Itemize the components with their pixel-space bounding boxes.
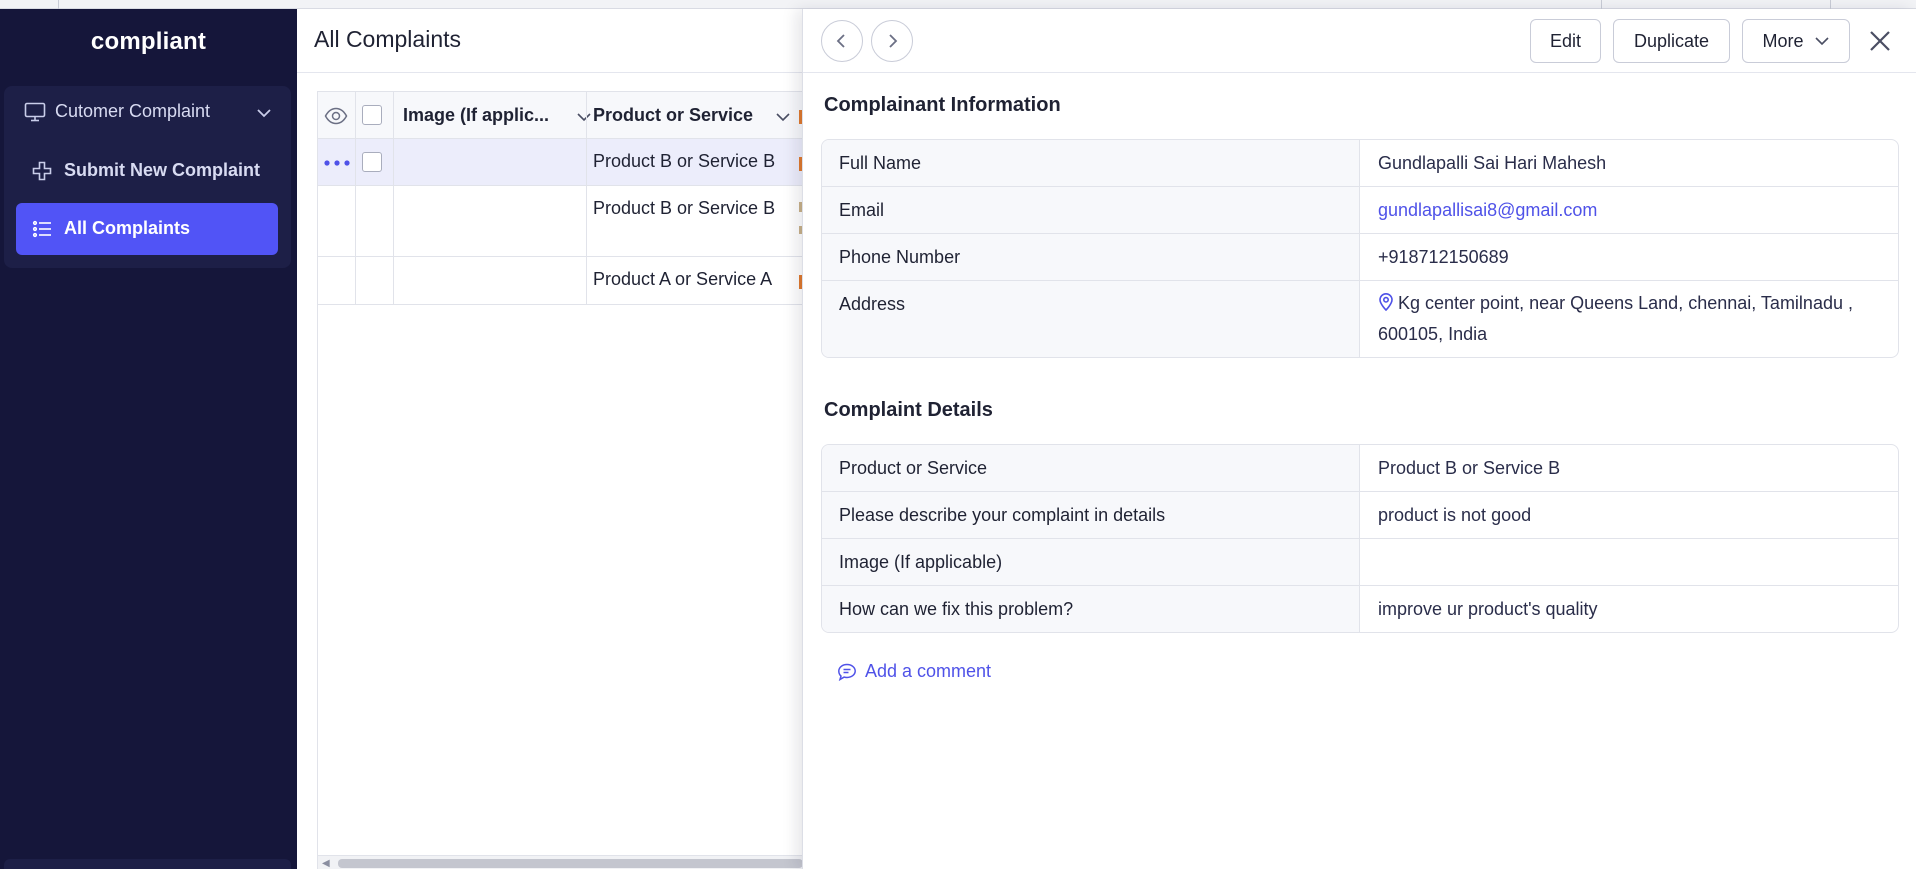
- section-title-details: Complaint Details: [824, 399, 993, 421]
- field-value: product is not good: [1378, 505, 1532, 525]
- field-label: Phone Number: [822, 234, 1360, 280]
- column-divider: [586, 257, 587, 305]
- main-content: All Complaints Image (If applic... Produ…: [297, 9, 803, 869]
- field-label: Full Name: [822, 140, 1360, 186]
- field-value: +918712150689: [1378, 247, 1509, 267]
- complaint-details-table: Product or Service Product B or Service …: [821, 444, 1899, 633]
- field-label: How can we fix this problem?: [822, 586, 1360, 632]
- field-label: Address: [822, 281, 1360, 357]
- table-row[interactable]: Product B or Service B: [318, 186, 803, 257]
- column-divider: [355, 139, 356, 186]
- location-pin-icon: [1379, 293, 1393, 311]
- sidebar-group-customer-complaint[interactable]: Cutomer Complaint: [4, 86, 291, 138]
- sidebar-group-label: Cutomer Complaint: [55, 101, 211, 121]
- edit-button[interactable]: Edit: [1530, 19, 1601, 63]
- field-row-product: Product or Service Product B or Service …: [822, 445, 1898, 492]
- page-title: All Complaints: [314, 26, 461, 52]
- table-row[interactable]: Product B or Service B: [318, 139, 803, 186]
- field-row-description: Please describe your complaint in detail…: [822, 492, 1898, 539]
- sidebar: compliant Cutomer Complaint Submit New C…: [0, 9, 297, 869]
- column-divider: [393, 257, 394, 305]
- field-row-fix: How can we fix this problem? improve ur …: [822, 586, 1898, 632]
- column-divider: [355, 257, 356, 305]
- sidebar-item-all-complaints[interactable]: All Complaints: [16, 203, 278, 255]
- column-divider: [393, 139, 394, 186]
- more-button[interactable]: More: [1742, 19, 1850, 63]
- row-actions-icon[interactable]: [324, 160, 350, 166]
- panel-toolbar: Edit Duplicate More: [803, 9, 1916, 73]
- sidebar-item-submit-new-complaint[interactable]: Submit New Complaint: [16, 145, 278, 197]
- column-divider: [393, 92, 394, 140]
- column-divider: [586, 92, 587, 140]
- field-value: [1360, 539, 1898, 585]
- column-divider: [586, 139, 587, 186]
- close-icon[interactable]: [1866, 27, 1894, 55]
- brand-logo[interactable]: compliant: [0, 9, 297, 74]
- column-divider: [355, 92, 356, 140]
- cell-product: Product A or Service A: [593, 269, 773, 289]
- sidebar-item-label: All Complaints: [64, 218, 191, 238]
- row-checkbox[interactable]: [362, 152, 382, 172]
- chevron-down-icon[interactable]: [255, 104, 273, 122]
- page-header: All Complaints: [297, 9, 802, 73]
- column-divider: [393, 186, 394, 257]
- field-label: Product or Service: [822, 445, 1360, 491]
- more-button-label: More: [1762, 30, 1804, 51]
- complaint-detail-panel: Edit Duplicate More Complainant Informat…: [802, 9, 1916, 869]
- cell-product: Product B or Service B: [593, 151, 776, 171]
- list-icon: [32, 220, 51, 238]
- monitor-icon: [24, 102, 46, 122]
- column-divider: [586, 186, 587, 257]
- field-value: gundlapallisai8@gmail.com: [1360, 187, 1898, 233]
- cell-product: Product B or Service B: [593, 198, 776, 218]
- column-header-image[interactable]: Image (If applic...: [403, 105, 549, 126]
- column-divider: [355, 186, 356, 257]
- field-value: Product B or Service B: [1378, 458, 1561, 478]
- email-link[interactable]: gundlapallisai8@gmail.com: [1378, 200, 1597, 220]
- chevron-down-icon[interactable]: [576, 109, 592, 125]
- horizontal-scrollbar[interactable]: ◀: [318, 855, 803, 869]
- duplicate-button[interactable]: Duplicate: [1613, 19, 1730, 63]
- section-title-complainant: Complainant Information: [824, 94, 1061, 116]
- sidebar-footer: [4, 859, 291, 869]
- eye-icon[interactable]: [324, 107, 348, 125]
- next-record-button[interactable]: [871, 20, 913, 62]
- field-row-image: Image (If applicable): [822, 539, 1898, 586]
- complaints-grid: Image (If applic... Product or Service P…: [317, 91, 803, 869]
- sidebar-menu: Cutomer Complaint Submit New Complaint A…: [4, 86, 291, 268]
- chevron-left-icon: [836, 34, 845, 48]
- table-row[interactable]: Product A or Service A: [318, 257, 803, 305]
- field-label: Email: [822, 187, 1360, 233]
- field-value: Gundlapalli Sai Hari Mahesh: [1378, 153, 1607, 173]
- column-header-product[interactable]: Product or Service: [593, 105, 753, 126]
- chevron-right-icon: [889, 34, 898, 48]
- field-row-address: Address Kg center point, near Queens Lan…: [822, 281, 1898, 357]
- chevron-down-icon[interactable]: [775, 109, 791, 125]
- chevron-down-icon: [1814, 37, 1829, 46]
- field-label: Please describe your complaint in detail…: [822, 492, 1360, 538]
- address-text: Kg center point, near Queens Land, chenn…: [1378, 293, 1853, 344]
- complainant-info-table: Full Name Gundlapalli Sai Hari Mahesh Em…: [821, 139, 1899, 358]
- field-value: Kg center point, near Queens Land, chenn…: [1360, 281, 1898, 357]
- grid-header: Image (If applic... Product or Service: [318, 91, 803, 140]
- browser-top-strip: [0, 0, 1916, 9]
- field-label: Image (If applicable): [822, 539, 1360, 585]
- field-row-phone: Phone Number +918712150689: [822, 234, 1898, 281]
- field-value: improve ur product's quality: [1378, 599, 1598, 619]
- scrollbar-thumb[interactable]: [338, 859, 803, 868]
- strip-divider: [58, 0, 59, 9]
- strip-divider: [1601, 0, 1602, 9]
- field-row-email: Email gundlapallisai8@gmail.com: [822, 187, 1898, 234]
- field-row-full-name: Full Name Gundlapalli Sai Hari Mahesh: [822, 140, 1898, 187]
- add-comment-label: Add a comment: [865, 661, 992, 681]
- strip-divider: [1830, 0, 1831, 9]
- add-comment-link[interactable]: Add a comment: [837, 661, 991, 682]
- sidebar-item-label: Submit New Complaint: [64, 160, 261, 180]
- select-all-checkbox[interactable]: [362, 105, 382, 125]
- previous-record-button[interactable]: [821, 20, 863, 62]
- scroll-left-icon[interactable]: ◀: [322, 858, 330, 869]
- comment-icon: [838, 663, 856, 681]
- plus-icon: [32, 161, 52, 181]
